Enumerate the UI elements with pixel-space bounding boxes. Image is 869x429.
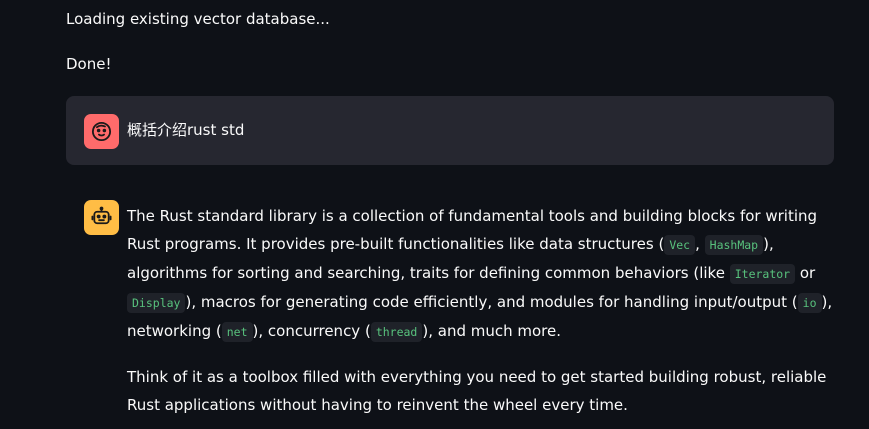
user-avatar — [84, 114, 119, 149]
robot-icon — [91, 206, 112, 225]
inline-code-display: Display — [127, 293, 186, 313]
status-done: Done! — [66, 55, 112, 73]
inline-code-vec: Vec — [664, 235, 696, 255]
status-loading: Loading existing vector database... — [66, 10, 330, 28]
assistant-message: The Rust standard library is a collectio… — [127, 202, 839, 419]
inline-code-hashmap: HashMap — [704, 235, 764, 255]
face-icon — [91, 121, 112, 142]
assistant-paragraph-2: Think of it as a toolbox filled with eve… — [127, 368, 827, 414]
inline-code-io: io — [797, 293, 822, 313]
inline-code-thread: thread — [370, 322, 423, 342]
assistant-avatar — [84, 200, 119, 235]
inline-code-net: net — [221, 322, 253, 342]
user-message: 概括介绍rust std — [66, 96, 834, 165]
inline-code-iterator: Iterator — [729, 264, 796, 284]
assistant-paragraph-1: The Rust standard library is a collectio… — [127, 207, 833, 342]
user-message-text: 概括介绍rust std — [127, 121, 245, 139]
